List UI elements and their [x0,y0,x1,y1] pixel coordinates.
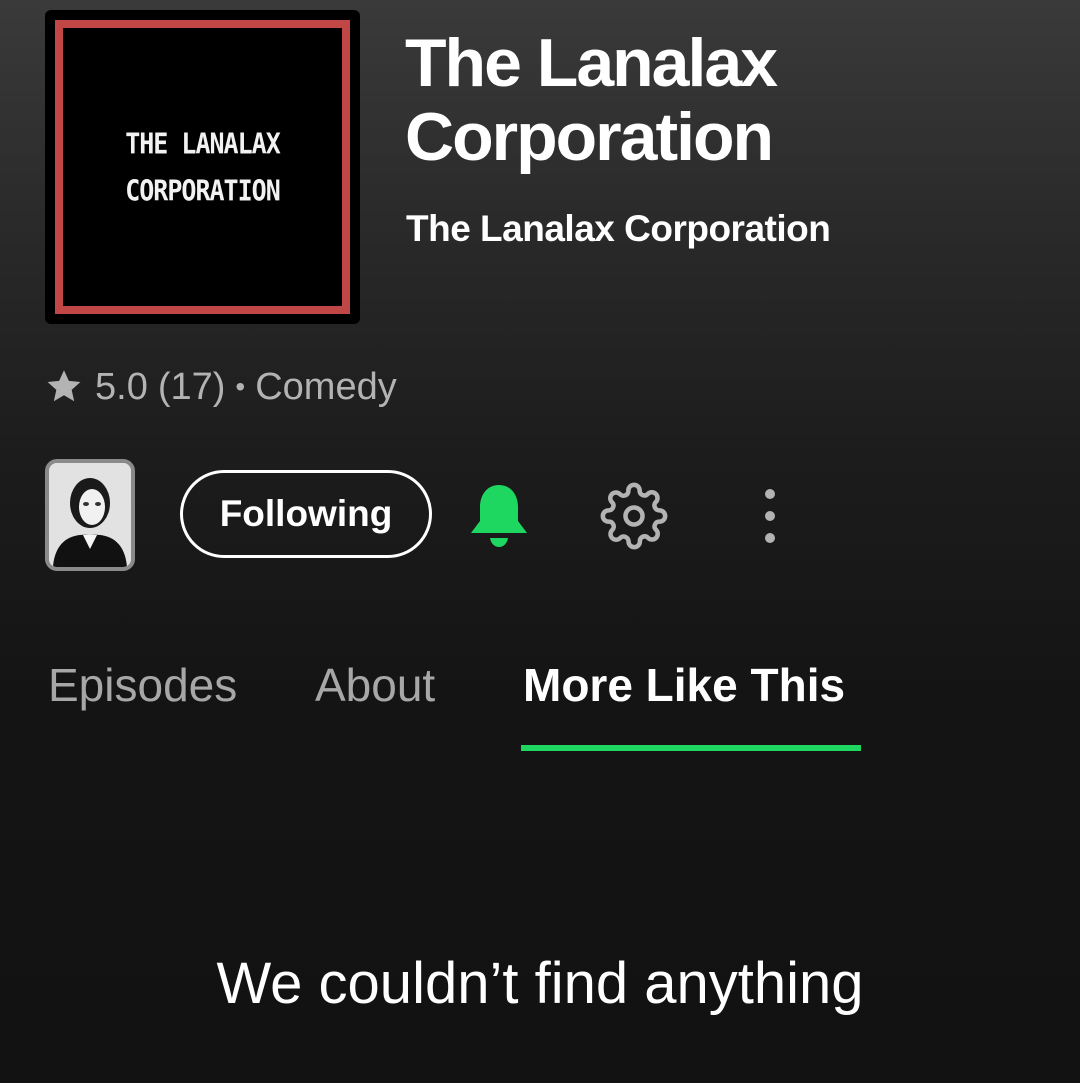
empty-state-message: We couldn’t find anything [216,951,864,1016]
podcast-cover-art: THE LANALAX CORPORATION [45,10,360,324]
bell-icon[interactable] [468,483,530,554]
tab-more-like-this[interactable]: More Like This [523,658,845,712]
cover-art-frame: THE LANALAX CORPORATION [55,20,350,314]
category-label[interactable]: Comedy [255,366,397,409]
rating-value: 5.0 [95,365,148,408]
podcast-title: The Lanalax Corporation [405,25,778,175]
rating-count: (17) [157,365,226,408]
more-vertical-icon[interactable] [758,486,782,551]
tab-bar: Episodes About More Like This [0,650,1080,760]
podcast-author[interactable]: The Lanalax Corporation [406,208,831,250]
cover-text-line-2: CORPORATION [125,173,281,208]
creator-avatar[interactable] [45,459,135,571]
gear-icon[interactable] [600,482,668,555]
cover-text-line-1: THE LANALAX [125,126,281,161]
star-icon [45,369,83,405]
tab-episodes[interactable]: Episodes [48,658,237,712]
following-button[interactable]: Following [180,470,432,558]
meta-separator: • [235,371,246,402]
active-tab-indicator [521,745,861,751]
tab-about[interactable]: About [315,658,435,712]
rating-row: 5.0 (17) • Comedy [45,364,397,410]
avatar-portrait [49,463,131,567]
